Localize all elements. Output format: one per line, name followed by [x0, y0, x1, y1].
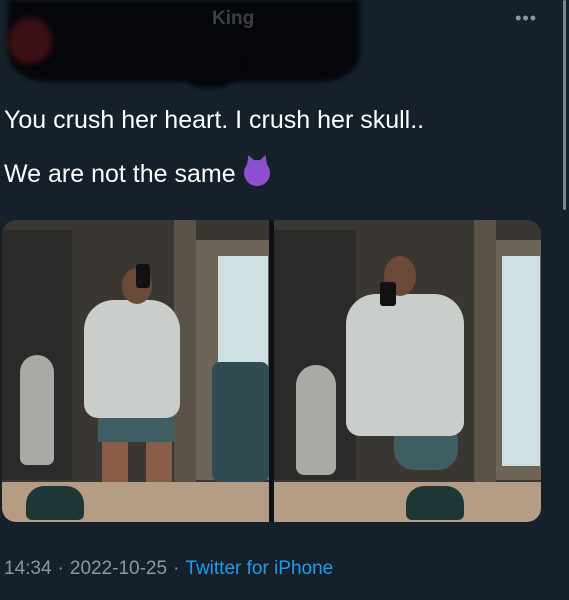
shower-curtain: [218, 256, 268, 366]
more-horizontal-icon[interactable]: •••: [515, 8, 537, 29]
tweet-date[interactable]: 2022-10-25: [70, 558, 167, 579]
media-grid: [2, 220, 541, 522]
sink: [26, 486, 84, 520]
shower-curtain: [502, 256, 540, 466]
sink: [406, 486, 464, 520]
person-hoodie: [84, 300, 180, 418]
tweet-line-1: You crush her heart. I crush her skull..: [4, 106, 425, 134]
tweet-text: You crush her heart. I crush her skull..…: [4, 102, 549, 210]
hand-dryer: [212, 362, 269, 482]
smiling-imp-emoji-icon: [243, 160, 270, 186]
toilet: [296, 365, 336, 475]
phone: [380, 282, 396, 306]
photo-mirror-selfie-side[interactable]: [274, 220, 541, 522]
phone: [136, 264, 150, 288]
tweet-time[interactable]: 14:34: [4, 558, 52, 579]
person-hoodie: [346, 294, 464, 436]
redacted-block: [180, 40, 240, 88]
display-name[interactable]: King: [212, 8, 254, 30]
tweet-line-2: We are not the same: [4, 156, 549, 192]
tile-column: [474, 220, 496, 482]
tweet-line-2-text: We are not the same: [4, 160, 236, 188]
toilet: [20, 355, 54, 465]
separator: ·: [173, 558, 180, 579]
tweet-header: King •••: [0, 0, 569, 92]
tweet-footer: 14:34 · 2022-10-25 · Twitter for iPhone: [4, 558, 333, 580]
redacted-avatar[interactable]: [8, 18, 52, 64]
separator: ·: [57, 558, 64, 579]
scrollbar[interactable]: [563, 0, 566, 210]
photo-mirror-selfie-front[interactable]: [2, 220, 269, 522]
tweet-source-link[interactable]: Twitter for iPhone: [185, 558, 333, 579]
